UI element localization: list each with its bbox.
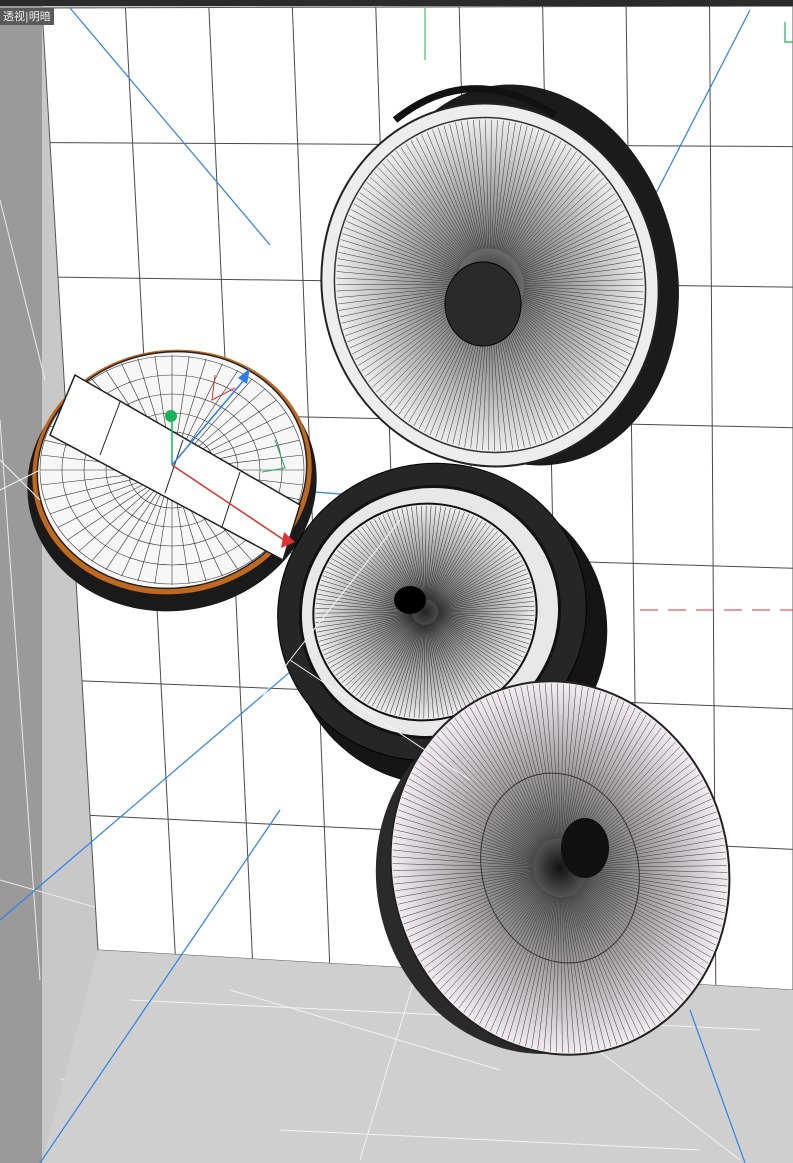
3d-viewport[interactable]: 透视|明暗	[0, 0, 793, 1163]
viewport-top-bar	[0, 0, 793, 6]
viewport-view-label[interactable]: 透视|明暗	[0, 8, 54, 25]
scene-canvas[interactable]	[0, 0, 793, 1163]
